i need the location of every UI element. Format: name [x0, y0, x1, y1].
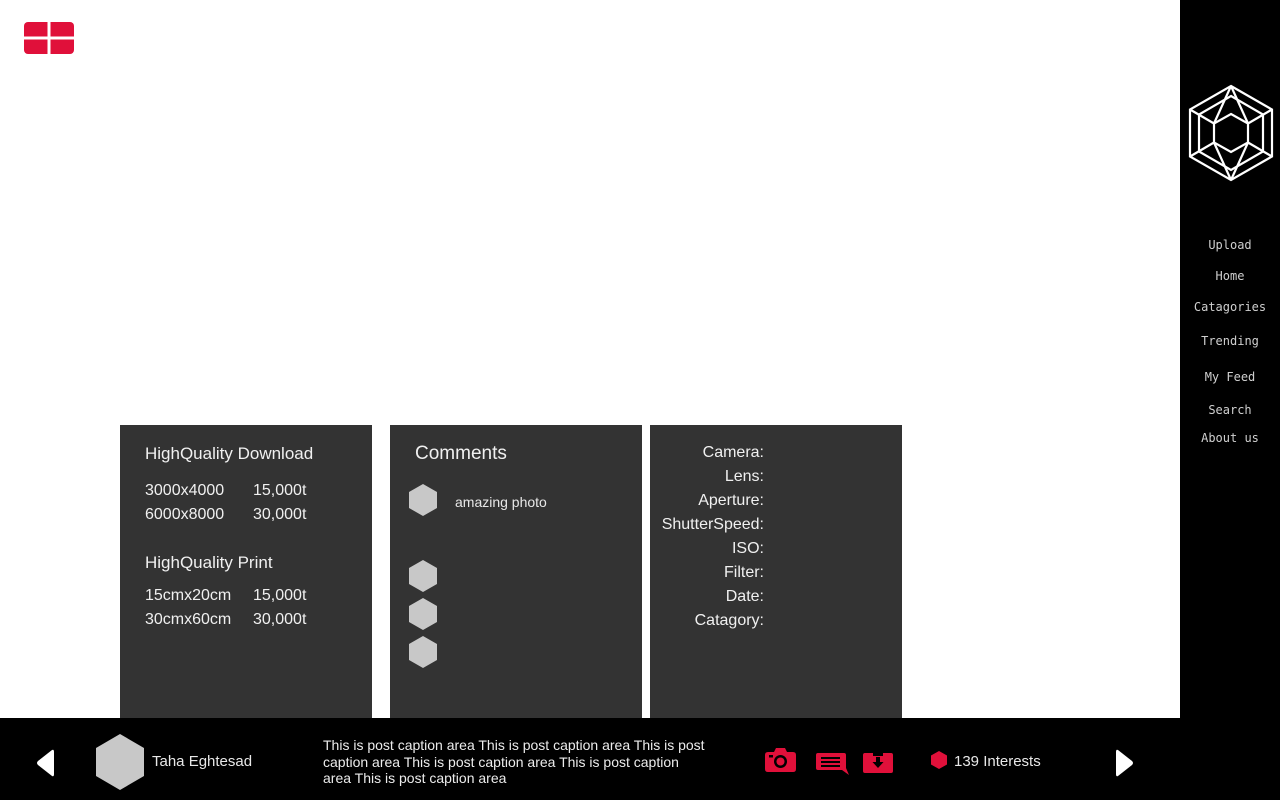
spec-iso-label: ISO:	[731, 540, 764, 557]
download-icon[interactable]	[863, 753, 893, 773]
post-caption: This is post caption area This is post c…	[323, 737, 705, 786]
print-title: HighQuality Print	[145, 553, 273, 572]
next-arrow-icon[interactable]	[1116, 749, 1134, 777]
sidebar-item-trending[interactable]: Trending	[1180, 334, 1280, 348]
commenter-avatar[interactable]	[409, 560, 437, 592]
camera-icon[interactable]	[765, 747, 796, 772]
download-price[interactable]: 15,000t	[253, 482, 306, 500]
comment-icon[interactable]	[816, 753, 849, 775]
previous-arrow-icon[interactable]	[36, 749, 54, 777]
comments-panel: Comments amazing photo	[390, 425, 642, 718]
grid-icon[interactable]	[24, 22, 74, 54]
spec-aperture-label: Aperture:	[698, 492, 764, 509]
spec-filter-label: Filter:	[724, 564, 764, 581]
hexagon-logo-icon[interactable]	[1188, 84, 1274, 182]
commenter-avatar[interactable]	[409, 598, 437, 630]
sidebar-item-about-us[interactable]: About us	[1180, 431, 1280, 445]
sidebar: Upload Home Catagories Trending My Feed …	[1180, 0, 1280, 800]
print-size-option[interactable]: 30cmx60cm	[145, 611, 231, 629]
spec-camera-label: Camera:	[702, 444, 764, 461]
spec-catagory-label: Catagory:	[694, 612, 764, 629]
interests-hexagon-icon	[931, 751, 947, 769]
pricing-panel: HighQuality Download 3000x4000 15,000t 6…	[120, 425, 372, 718]
print-price[interactable]: 15,000t	[253, 587, 306, 605]
bottom-bar: Taha Eghtesad This is post caption area …	[0, 718, 1180, 800]
sidebar-item-catagories[interactable]: Catagories	[1180, 300, 1280, 314]
download-title: HighQuality Download	[145, 444, 314, 463]
spec-date-label: Date:	[725, 588, 764, 605]
comment-text: amazing photo	[455, 494, 547, 510]
author-name[interactable]: Taha Eghtesad	[152, 753, 252, 770]
author-avatar[interactable]	[96, 734, 144, 790]
spec-shutter-speed-label: ShutterSpeed:	[661, 516, 764, 533]
commenter-avatar[interactable]	[409, 636, 437, 668]
sidebar-item-home[interactable]: Home	[1180, 269, 1280, 283]
spec-lens-label: Lens:	[724, 468, 764, 485]
download-size-option[interactable]: 6000x8000	[145, 506, 224, 524]
sidebar-item-search[interactable]: Search	[1180, 403, 1280, 417]
sidebar-item-upload[interactable]: Upload	[1180, 238, 1280, 252]
download-size-option[interactable]: 3000x4000	[145, 482, 224, 500]
print-size-option[interactable]: 15cmx20cm	[145, 587, 231, 605]
print-price[interactable]: 30,000t	[253, 611, 306, 629]
download-price[interactable]: 30,000t	[253, 506, 306, 524]
interests-count[interactable]: 139 Interests	[954, 753, 1041, 770]
photo-specs-panel: Camera: Lens: Aperture: ShutterSpeed: IS…	[650, 425, 902, 718]
comments-title: Comments	[415, 443, 507, 464]
commenter-avatar[interactable]	[409, 484, 437, 516]
sidebar-item-my-feed[interactable]: My Feed	[1180, 370, 1280, 384]
